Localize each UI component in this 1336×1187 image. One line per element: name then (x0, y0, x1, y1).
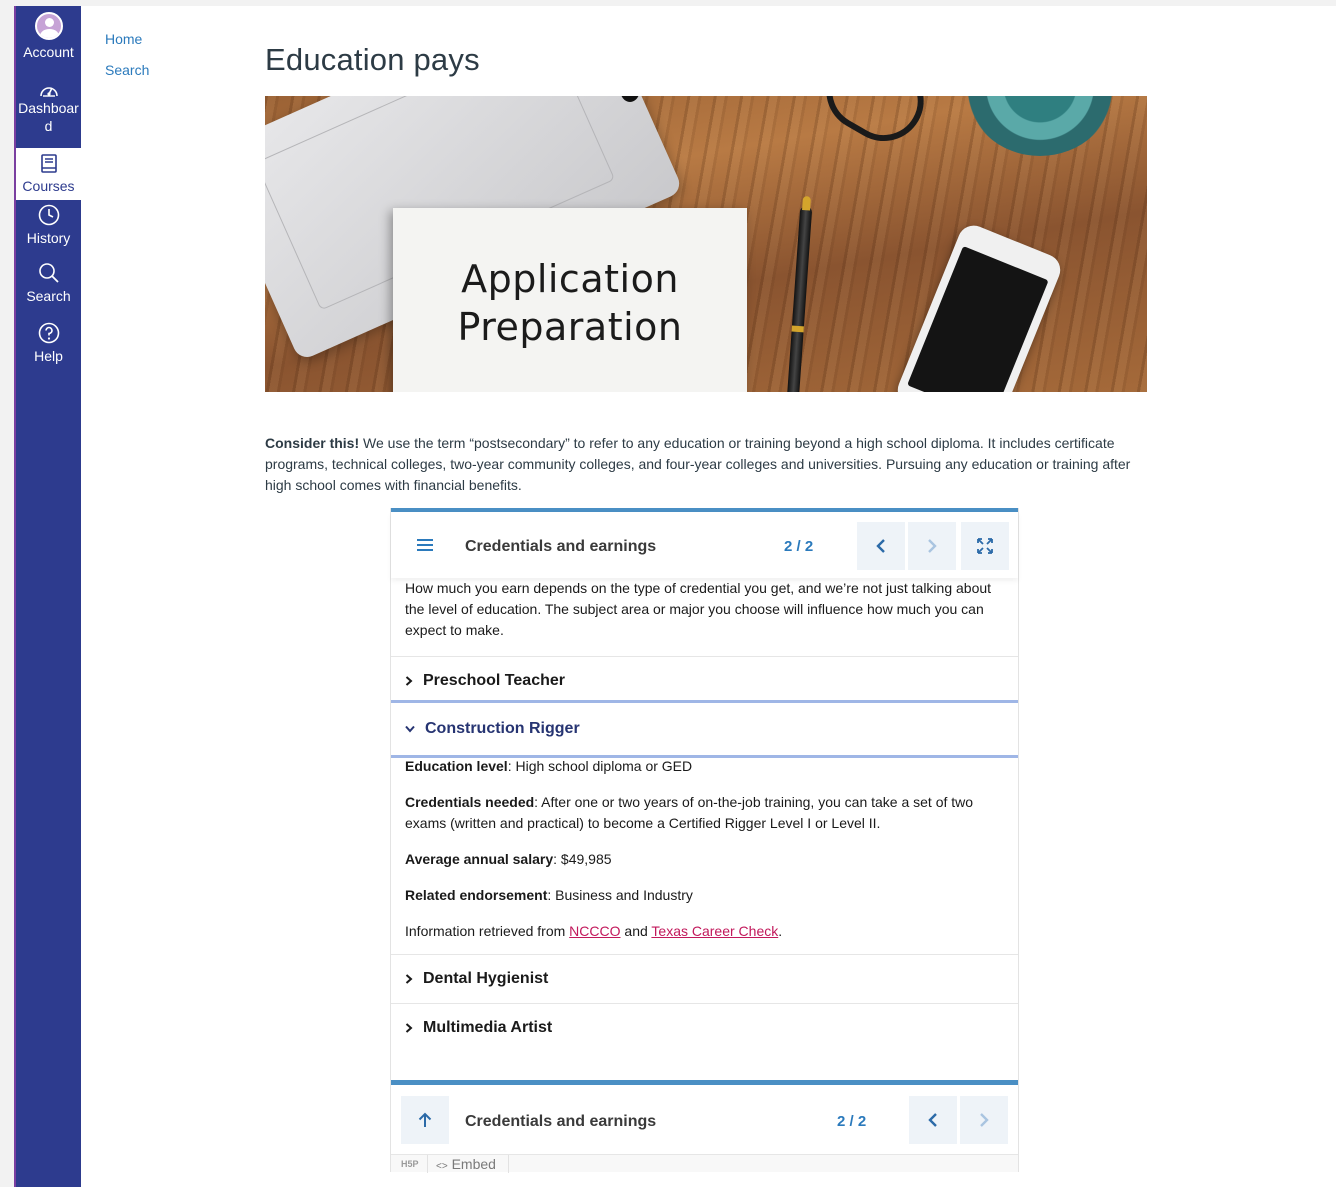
search-icon (38, 263, 59, 283)
credentials-needed: Credentials needed: After one or two yea… (405, 792, 1009, 834)
global-nav-history[interactable]: History (16, 204, 81, 256)
back-to-top-button[interactable] (401, 1096, 449, 1144)
global-nav-courses[interactable]: Courses (16, 148, 81, 200)
info-source: Information retrieved from NCCCO and Tex… (405, 921, 1009, 942)
chevron-left-icon (876, 539, 885, 553)
accordion-preschool-teacher[interactable]: Preschool Teacher (391, 656, 1018, 704)
embed-button[interactable]: <> Embed (436, 1156, 496, 1172)
h5p-action-bar: H5P <> Embed (391, 1154, 1018, 1173)
global-nav-search[interactable]: Search (16, 262, 81, 314)
help-label: Help (34, 348, 63, 364)
credentials-label: Credentials needed (405, 794, 535, 810)
dashboard-label-line2: d (44, 118, 53, 134)
salary-label: Average annual salary (405, 851, 554, 867)
accordion-panel-construction-rigger: Education level: High school diploma or … (405, 756, 1009, 957)
accordion-dental-hygienist[interactable]: Dental Hygienist (391, 954, 1018, 1002)
endorsement-value: : Business and Industry (547, 887, 693, 903)
accordion-label: Dental Hygienist (423, 969, 549, 987)
course-nav: Home Search (105, 30, 149, 92)
hamburger-icon (417, 539, 433, 551)
education-level: Education level: High school diploma or … (405, 756, 1009, 777)
chevron-right-icon (405, 1022, 413, 1033)
previous-page-button[interactable] (857, 522, 905, 570)
endorsement-label: Related endorsement (405, 887, 548, 903)
h5p-header-title: Credentials and earnings (465, 538, 657, 555)
h5p-header: Credentials and earnings 2 / 2 (391, 512, 1018, 578)
top-strip (0, 0, 1336, 6)
salary-value: : $49,985 (553, 851, 612, 867)
consider-paragraph: Consider this! We use the term “postseco… (265, 433, 1145, 496)
menu-button[interactable] (409, 530, 441, 560)
average-salary: Average annual salary: $49,985 (405, 849, 1009, 870)
h5p-footer: Credentials and earnings 2 / 2 (391, 1080, 1018, 1152)
arrow-up-icon (418, 1112, 432, 1127)
chevron-right-icon (980, 1113, 989, 1127)
page-counter: 2 / 2 (784, 538, 814, 555)
fullscreen-icon (977, 538, 993, 554)
texas-career-check-link[interactable]: Texas Career Check (651, 923, 778, 939)
info-suffix: . (778, 923, 783, 939)
search-label: Search (26, 288, 71, 304)
left-edge (0, 6, 14, 1187)
accordion-construction-rigger[interactable]: Construction Rigger (391, 700, 1018, 758)
accordion-label: Construction Rigger (425, 720, 580, 737)
account-label: Account (23, 44, 74, 60)
accordion-label: Preschool Teacher (423, 671, 565, 689)
dashboard-label-line1: Dashboar (18, 100, 79, 116)
h5p-content: Credentials and earnings 2 / 2 How much … (390, 508, 1019, 1173)
page-title: Education pays (265, 42, 480, 77)
info-and: and (620, 923, 652, 939)
hero-card-line2: Preparation (457, 305, 683, 349)
h5p-logo[interactable]: H5P (401, 1159, 427, 1169)
chevron-down-icon (405, 725, 415, 733)
action-bar-divider (507, 1154, 509, 1173)
intro-text: How much you earn depends on the type of… (405, 580, 992, 638)
related-endorsement: Related endorsement: Business and Indust… (405, 885, 1009, 906)
education-level-label: Education level (405, 758, 508, 774)
global-nav-help[interactable]: Help (16, 322, 81, 374)
education-level-value: : High school diploma or GED (507, 758, 693, 774)
global-nav: Account Dashboar d Courses History Searc… (14, 6, 81, 1187)
hero-image: Application Preparation (265, 96, 1147, 392)
chevron-right-icon (405, 675, 413, 686)
avatar-icon (34, 12, 63, 40)
footer-previous-page-button[interactable] (909, 1096, 957, 1144)
clock-icon (38, 204, 59, 226)
dashboard-icon (39, 87, 58, 97)
global-nav-dashboard[interactable]: Dashboar d (16, 82, 81, 148)
hero-card: Application Preparation (393, 208, 747, 392)
accordion-label: Multimedia Artist (423, 1018, 553, 1036)
footer-next-page-button[interactable] (960, 1096, 1008, 1144)
consider-bold: Consider this! (265, 435, 360, 451)
help-icon (38, 322, 59, 344)
course-nav-search[interactable]: Search (105, 61, 149, 80)
embed-label: Embed (451, 1155, 496, 1172)
accordion-multimedia-artist[interactable]: Multimedia Artist (391, 1003, 1018, 1051)
chevron-left-icon (928, 1113, 937, 1127)
consider-text: We use the term “postsecondary” to refer… (265, 435, 1131, 493)
fullscreen-button[interactable] (961, 522, 1009, 570)
action-bar-divider (427, 1154, 428, 1173)
global-nav-account[interactable]: Account (16, 12, 81, 68)
info-prefix: Information retrieved from (405, 923, 570, 939)
course-nav-home[interactable]: Home (105, 30, 149, 49)
nccco-link[interactable]: NCCCO (569, 923, 620, 939)
embed-icon: <> (436, 1160, 448, 1172)
courses-label: Courses (22, 178, 75, 194)
hero-card-line1: Application (461, 257, 679, 301)
courses-icon (40, 154, 57, 173)
chevron-right-icon (928, 539, 937, 553)
history-label: History (26, 230, 71, 246)
footer-page-counter: 2 / 2 (837, 1113, 867, 1130)
next-page-button[interactable] (908, 522, 956, 570)
chevron-right-icon (405, 973, 413, 984)
h5p-footer-title: Credentials and earnings (465, 1113, 657, 1130)
